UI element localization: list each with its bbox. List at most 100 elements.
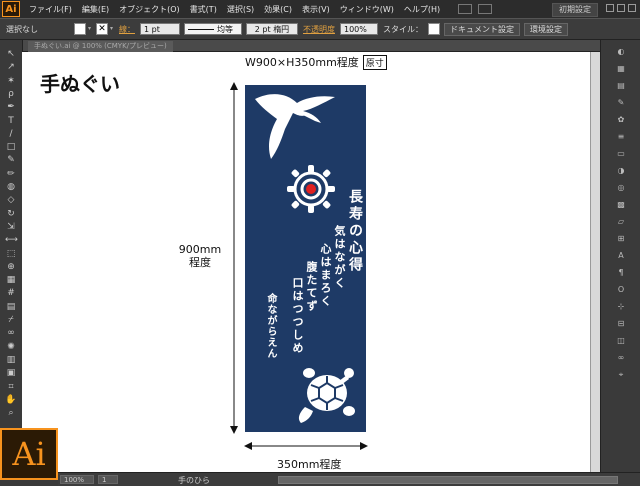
zoom-tool-icon[interactable]: ⌕ [5,407,17,419]
eyedropper-tool-icon[interactable]: ⌿ [5,314,17,326]
slice-tool-icon[interactable]: ⌗ [5,381,17,393]
gradient-tool-icon[interactable]: ▤ [5,301,17,313]
app-logo: Ai [2,1,20,17]
line-tool-icon[interactable]: / [5,128,17,140]
poem-line-5: 命ながらえん [265,293,276,359]
fill-swatch[interactable] [74,23,86,35]
dimension-top-label: W900×H350mm程度 [245,56,359,69]
free-transform-tool-icon[interactable]: ⬚ [5,248,17,260]
height-dimension-arrow [230,82,238,434]
horizontal-scrollbar[interactable] [278,476,618,484]
dimension-left-value: 900mm [178,243,222,256]
links-panel-icon[interactable]: ∞ [614,352,628,364]
arrange-documents-icon[interactable] [478,4,493,14]
scale-tool-icon[interactable]: ⇲ [5,221,17,233]
blend-tool-icon[interactable]: ∞ [5,327,17,339]
align-panel-icon[interactable]: ⊟ [614,318,628,330]
perspective-grid-tool-icon[interactable]: ▦ [5,274,17,286]
opacity-label[interactable]: 不透明度 [303,24,335,35]
stroke-dropdown-icon[interactable]: ▾ [110,23,116,35]
stroke-weight-field[interactable]: 1 pt [140,23,180,35]
menu-select[interactable]: 選択(S) [222,4,259,15]
pencil-tool-icon[interactable]: ✏ [5,168,17,180]
lasso-tool-icon[interactable]: ρ [5,88,17,100]
maximize-icon[interactable] [617,4,625,12]
type-tool-icon[interactable]: T [5,115,17,127]
symbols-panel-icon[interactable]: ✿ [614,114,628,126]
mesh-tool-icon[interactable]: # [5,287,17,299]
minimize-icon[interactable] [606,4,614,12]
app-badge: Ai [0,428,58,480]
workspace-switcher[interactable]: 初期設定 [552,3,598,17]
artboard-tool-icon[interactable]: ▣ [5,367,17,379]
panel-dock: ◐ ▦ ▤ ✎ ✿ ≡ ▭ ◑ ◎ ▩ ▱ ⊞ A ¶ O ⊹ ⊟ ◫ ∞ ⌖ [600,40,640,472]
menu-object[interactable]: オブジェクト(O) [114,4,185,15]
swatches-panel-icon[interactable]: ▤ [614,80,628,92]
menu-view[interactable]: 表示(V) [297,4,335,15]
shape-builder-tool-icon[interactable]: ⊕ [5,261,17,273]
document-setup-button[interactable]: ドキュメント設定 [444,22,520,36]
paragraph-panel-icon[interactable]: ¶ [614,267,628,279]
dimension-bottom: 350mm程度 [277,458,342,471]
rectangle-tool-icon[interactable]: □ [5,141,17,153]
color-panel-icon[interactable]: ◐ [614,46,628,58]
turtle-icon [298,368,355,423]
layers-panel-icon[interactable]: ▱ [614,216,628,228]
brushes-panel-icon[interactable]: ✎ [614,97,628,109]
poem-line-3: 腹たてず [305,261,318,313]
crest-icon [287,165,335,213]
stroke-label[interactable]: 線： [119,24,135,35]
stroke-panel-icon[interactable]: ≡ [614,131,628,143]
selection-tool-icon[interactable]: ↖ [5,48,17,60]
menu-window[interactable]: ウィンドウ(W) [335,4,399,15]
menu-type[interactable]: 書式(T) [185,4,222,15]
transform-panel-icon[interactable]: ⊹ [614,301,628,313]
direct-selection-tool-icon[interactable]: ↗ [5,61,17,73]
dimension-top: W900×H350mm程度 原寸 [245,54,387,70]
hand-tool-icon[interactable]: ✋ [5,394,17,406]
stroke-profile-line [188,29,214,30]
canvas[interactable]: 手ぬぐい W900×H350mm程度 原寸 900mm 程度 350mm程度 長… [22,52,600,472]
artboards-panel-icon[interactable]: ⊞ [614,233,628,245]
page-field[interactable]: 1 [98,475,118,484]
menu-help[interactable]: ヘルプ(H) [399,4,445,15]
dimension-left-suffix: 程度 [189,256,211,269]
close-icon[interactable] [628,4,636,12]
opentype-panel-icon[interactable]: O [614,284,628,296]
transparency-panel-icon[interactable]: ◑ [614,165,628,177]
stroke-swatch[interactable]: ✕ [96,23,108,35]
color-guide-panel-icon[interactable]: ▦ [614,63,628,75]
pen-tool-icon[interactable]: ✒ [5,101,17,113]
menu-effect[interactable]: 効果(C) [259,4,297,15]
fill-dropdown-icon[interactable]: ▾ [88,23,94,35]
zoom-field[interactable]: 100% [60,475,94,484]
menu-edit[interactable]: 編集(E) [77,4,114,15]
preferences-button[interactable]: 環境設定 [524,22,568,36]
brush-select[interactable]: 2 pt 楕円 [246,23,298,35]
opacity-field[interactable]: 100% [340,23,378,35]
control-bar: 選択なし ▾ ✕ ▾ 線： 1 pt 均等 2 pt 楕円 不透明度 100% … [0,18,640,40]
pathfinder-panel-icon[interactable]: ◫ [614,335,628,347]
document-tab[interactable]: 手ぬぐい.ai @ 100% (CMYK/プレビュー) [28,41,173,52]
menu-file[interactable]: ファイル(F) [24,4,77,15]
character-panel-icon[interactable]: A [614,250,628,262]
eraser-tool-icon[interactable]: ◇ [5,194,17,206]
page-title: 手ぬぐい [40,72,120,96]
stroke-profile-select[interactable]: 均等 [184,23,242,35]
magic-wand-tool-icon[interactable]: ✶ [5,75,17,87]
bridge-icon[interactable] [458,4,473,14]
navigator-panel-icon[interactable]: ⌖ [614,369,628,381]
dimension-left: 900mm 程度 [172,243,228,269]
style-swatch[interactable] [428,23,440,35]
blob-brush-tool-icon[interactable]: ◍ [5,181,17,193]
graphic-styles-panel-icon[interactable]: ▩ [614,199,628,211]
column-graph-tool-icon[interactable]: ▥ [5,354,17,366]
appearance-panel-icon[interactable]: ◎ [614,182,628,194]
vertical-scrollbar[interactable] [590,52,600,472]
paintbrush-tool-icon[interactable]: ✎ [5,154,17,166]
symbol-sprayer-tool-icon[interactable]: ✺ [5,341,17,353]
rotate-tool-icon[interactable]: ↻ [5,208,17,220]
gradient-panel-icon[interactable]: ▭ [614,148,628,160]
width-tool-icon[interactable]: ⟷ [5,234,18,246]
tenugui-artwork[interactable]: 長寿の心得 気はながく 心はまろく 腹たてず 口はつつしめ 命ながらえん [245,85,366,432]
